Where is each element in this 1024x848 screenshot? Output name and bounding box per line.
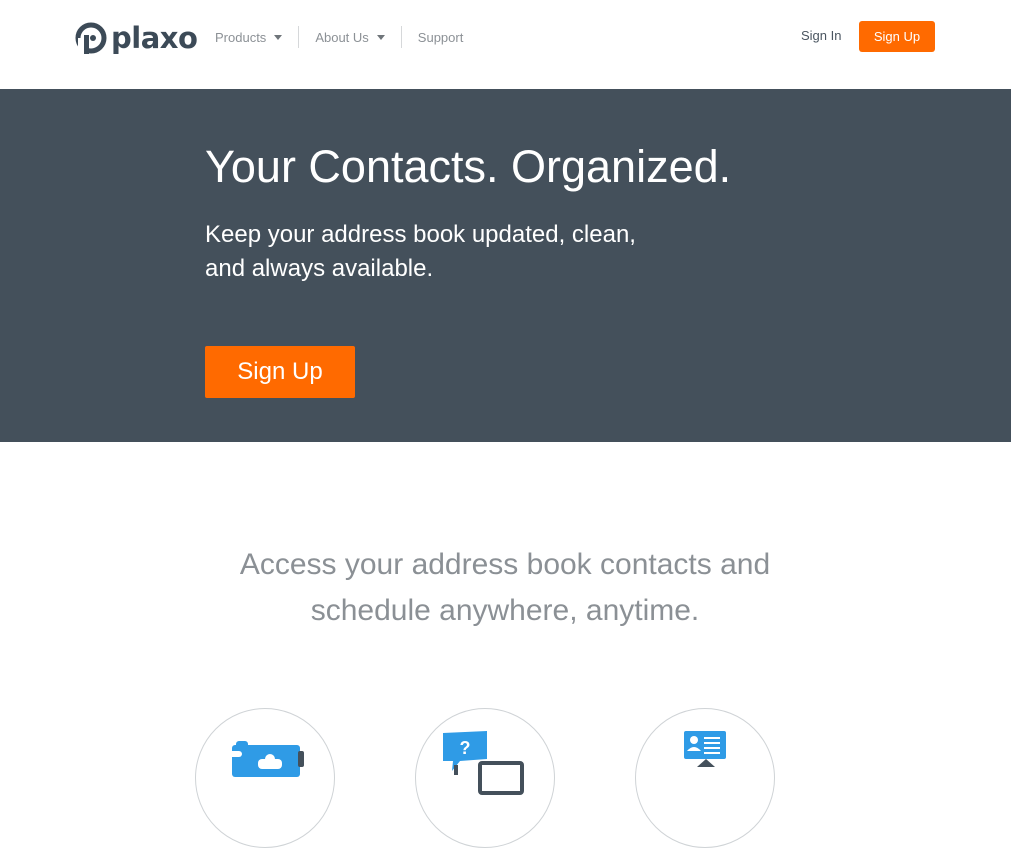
header-sign-up-button[interactable]: Sign Up [859,21,935,52]
feature-contacts [635,708,775,848]
sign-in-link[interactable]: Sign In [801,28,841,43]
features-tagline: Access your address book contacts and sc… [0,542,1010,634]
tagline-line-2: schedule anywhere, anytime. [310,594,700,627]
hero-title: Your Contacts. Organized. [205,141,732,192]
chevron-down-icon [274,34,283,40]
nav-support[interactable]: Support [418,30,464,45]
nav-divider [400,26,402,48]
question-bubble-icon: ? [443,731,524,795]
feature-support: ? [415,708,555,848]
puzzle-sync-icon [228,741,304,777]
chevron-down-icon [376,34,385,40]
hero-banner: Your Contacts. Organized. Keep your addr… [0,89,1011,442]
nav-about-us-label: About Us [315,29,369,45]
hero-subtitle-line-2: and always available. [205,255,434,282]
hero-sign-up-button[interactable]: Sign Up [205,346,355,398]
main-nav: Products About Us Support [215,26,463,48]
tagline-line-1: Access your address book contacts and [239,548,771,581]
nav-products-label: Products [215,29,267,45]
site-header: plaxo Products About Us Support Sign In … [0,0,1024,89]
plaxo-logo-icon [75,22,107,54]
feature-sync [195,708,335,848]
hero-subtitle: Keep your address book updated, clean, a… [205,218,675,286]
nav-products[interactable]: Products [215,29,283,45]
svg-text:?: ? [460,738,471,758]
contact-card-icon [684,731,726,767]
logo-wordmark: plaxo [111,21,198,55]
nav-support-label: Support [417,29,464,45]
nav-about-us[interactable]: About Us [315,29,385,45]
plaxo-logo[interactable]: plaxo [75,20,198,56]
hero-subtitle-line-1: Keep your address book updated, clean, [205,221,636,248]
nav-divider [298,26,300,48]
